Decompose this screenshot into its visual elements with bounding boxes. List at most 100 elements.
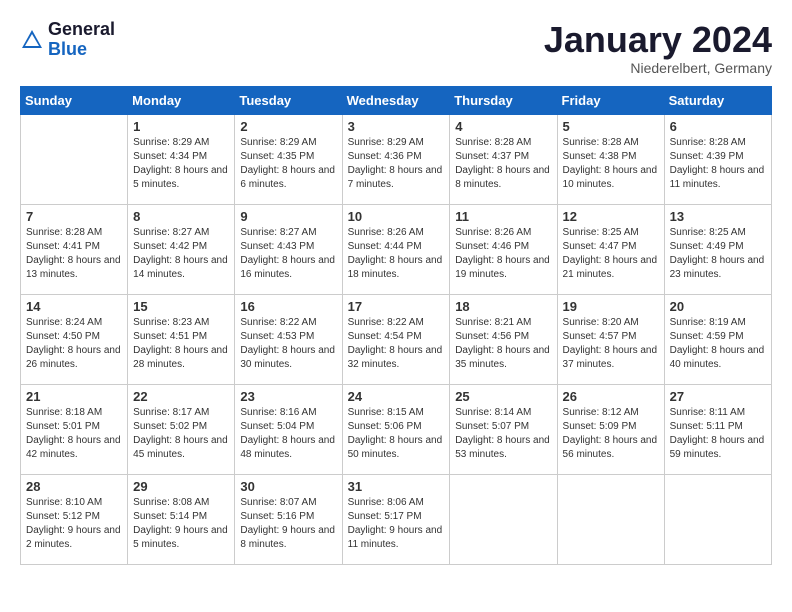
calendar-cell: 25 Sunrise: 8:14 AMSunset: 5:07 PMDayligh… [450,384,557,474]
calendar-cell: 23 Sunrise: 8:16 AMSunset: 5:04 PMDayligh… [235,384,342,474]
day-number: 23 [240,389,336,404]
calendar-cell [664,474,771,564]
day-info: Sunrise: 8:06 AMSunset: 5:17 PMDaylight:… [348,496,445,552]
day-number: 5 [563,119,659,134]
day-number: 28 [26,479,122,494]
day-info: Sunrise: 8:11 AMSunset: 5:11 PMDaylight:… [670,406,766,462]
day-number: 10 [348,209,445,224]
calendar-cell: 12 Sunrise: 8:25 AMSunset: 4:47 PMDayligh… [557,204,664,294]
day-number: 8 [133,209,229,224]
calendar-cell: 24Sunrise: 8:15 AMSunset: 5:06 PMDayligh… [342,384,450,474]
logo-text: General Blue [48,20,115,60]
day-info: Sunrise: 8:27 AMSunset: 4:42 PMDaylight:… [133,226,229,282]
calendar-cell: 27 Sunrise: 8:11 AMSunset: 5:11 PMDayligh… [664,384,771,474]
day-info: Sunrise: 8:14 AMSunset: 5:07 PMDaylight:… [455,406,551,462]
page-header: General Blue January 2024 Niederelbert, … [20,20,772,76]
calendar-cell: 31Sunrise: 8:06 AMSunset: 5:17 PMDayligh… [342,474,450,564]
day-info: Sunrise: 8:22 AMSunset: 4:54 PMDaylight:… [348,316,445,372]
day-info: Sunrise: 8:08 AMSunset: 5:14 PMDaylight:… [133,496,229,552]
day-number: 26 [563,389,659,404]
day-info: Sunrise: 8:18 AMSunset: 5:01 PMDaylight:… [26,406,122,462]
day-number: 1 [133,119,229,134]
day-number: 27 [670,389,766,404]
day-info: Sunrise: 8:27 AMSunset: 4:43 PMDaylight:… [240,226,336,282]
day-number: 30 [240,479,336,494]
day-info: Sunrise: 8:12 AMSunset: 5:09 PMDaylight:… [563,406,659,462]
day-info: Sunrise: 8:22 AMSunset: 4:53 PMDaylight:… [240,316,336,372]
day-number: 12 [563,209,659,224]
day-info: Sunrise: 8:28 AMSunset: 4:41 PMDaylight:… [26,226,122,282]
calendar-cell: 13Sunrise: 8:25 AMSunset: 4:49 PMDayligh… [664,204,771,294]
calendar-cell: 17 Sunrise: 8:22 AMSunset: 4:54 PMDayligh… [342,294,450,384]
location: Niederelbert, Germany [544,60,772,76]
calendar-cell: 7 Sunrise: 8:28 AMSunset: 4:41 PMDaylight… [21,204,128,294]
week-row-3: 14Sunrise: 8:24 AMSunset: 4:50 PMDayligh… [21,294,772,384]
calendar-cell: 29 Sunrise: 8:08 AMSunset: 5:14 PMDayligh… [128,474,235,564]
day-info: Sunrise: 8:25 AMSunset: 4:47 PMDaylight:… [563,226,659,282]
calendar-cell: 6 Sunrise: 8:28 AMSunset: 4:39 PMDaylight… [664,114,771,204]
calendar-header-row: SundayMondayTuesdayWednesdayThursdayFrid… [21,86,772,114]
calendar-cell: 30Sunrise: 8:07 AMSunset: 5:16 PMDayligh… [235,474,342,564]
day-number: 15 [133,299,229,314]
calendar-cell: 14Sunrise: 8:24 AMSunset: 4:50 PMDayligh… [21,294,128,384]
day-number: 22 [133,389,229,404]
calendar-cell [450,474,557,564]
day-info: Sunrise: 8:19 AMSunset: 4:59 PMDaylight:… [670,316,766,372]
calendar-header-wednesday: Wednesday [342,86,450,114]
calendar-header-tuesday: Tuesday [235,86,342,114]
week-row-1: 1 Sunrise: 8:29 AMSunset: 4:34 PMDaylight… [21,114,772,204]
week-row-4: 21 Sunrise: 8:18 AMSunset: 5:01 PMDayligh… [21,384,772,474]
calendar-cell: 9 Sunrise: 8:27 AMSunset: 4:43 PMDaylight… [235,204,342,294]
day-number: 9 [240,209,336,224]
day-number: 29 [133,479,229,494]
calendar-cell: 20 Sunrise: 8:19 AMSunset: 4:59 PMDayligh… [664,294,771,384]
day-number: 4 [455,119,551,134]
logo-general: General [48,20,115,40]
calendar-cell: 10 Sunrise: 8:26 AMSunset: 4:44 PMDayligh… [342,204,450,294]
logo-icon [20,28,44,52]
calendar-cell [21,114,128,204]
title-section: January 2024 Niederelbert, Germany [544,20,772,76]
week-row-5: 28 Sunrise: 8:10 AMSunset: 5:12 PMDayligh… [21,474,772,564]
day-number: 21 [26,389,122,404]
calendar-cell: 15 Sunrise: 8:23 AMSunset: 4:51 PMDayligh… [128,294,235,384]
calendar-cell [557,474,664,564]
day-number: 19 [563,299,659,314]
calendar-cell: 16Sunrise: 8:22 AMSunset: 4:53 PMDayligh… [235,294,342,384]
day-info: Sunrise: 8:17 AMSunset: 5:02 PMDaylight:… [133,406,229,462]
day-number: 20 [670,299,766,314]
calendar-cell: 5 Sunrise: 8:28 AMSunset: 4:38 PMDaylight… [557,114,664,204]
day-info: Sunrise: 8:29 AMSunset: 4:35 PMDaylight:… [240,136,336,192]
calendar-cell: 4 Sunrise: 8:28 AMSunset: 4:37 PMDaylight… [450,114,557,204]
day-info: Sunrise: 8:28 AMSunset: 4:39 PMDaylight:… [670,136,766,192]
calendar-cell: 2 Sunrise: 8:29 AMSunset: 4:35 PMDaylight… [235,114,342,204]
calendar-header-sunday: Sunday [21,86,128,114]
day-info: Sunrise: 8:16 AMSunset: 5:04 PMDaylight:… [240,406,336,462]
logo-blue: Blue [48,40,115,60]
calendar-cell: 8 Sunrise: 8:27 AMSunset: 4:42 PMDaylight… [128,204,235,294]
calendar-cell: 1 Sunrise: 8:29 AMSunset: 4:34 PMDaylight… [128,114,235,204]
day-number: 24 [348,389,445,404]
day-info: Sunrise: 8:29 AMSunset: 4:34 PMDaylight:… [133,136,229,192]
day-number: 25 [455,389,551,404]
day-info: Sunrise: 8:26 AMSunset: 4:44 PMDaylight:… [348,226,445,282]
calendar-cell: 22 Sunrise: 8:17 AMSunset: 5:02 PMDayligh… [128,384,235,474]
day-info: Sunrise: 8:10 AMSunset: 5:12 PMDaylight:… [26,496,122,552]
day-info: Sunrise: 8:20 AMSunset: 4:57 PMDaylight:… [563,316,659,372]
calendar-cell: 3Sunrise: 8:29 AMSunset: 4:36 PMDaylight… [342,114,450,204]
day-info: Sunrise: 8:23 AMSunset: 4:51 PMDaylight:… [133,316,229,372]
day-number: 17 [348,299,445,314]
calendar-cell: 18Sunrise: 8:21 AMSunset: 4:56 PMDayligh… [450,294,557,384]
month-title: January 2024 [544,20,772,60]
day-number: 7 [26,209,122,224]
calendar-cell: 11Sunrise: 8:26 AMSunset: 4:46 PMDayligh… [450,204,557,294]
day-info: Sunrise: 8:28 AMSunset: 4:38 PMDaylight:… [563,136,659,192]
calendar-header-saturday: Saturday [664,86,771,114]
day-info: Sunrise: 8:28 AMSunset: 4:37 PMDaylight:… [455,136,551,192]
week-row-2: 7 Sunrise: 8:28 AMSunset: 4:41 PMDaylight… [21,204,772,294]
day-number: 13 [670,209,766,224]
day-number: 6 [670,119,766,134]
calendar-header-friday: Friday [557,86,664,114]
day-number: 2 [240,119,336,134]
calendar-header-monday: Monday [128,86,235,114]
